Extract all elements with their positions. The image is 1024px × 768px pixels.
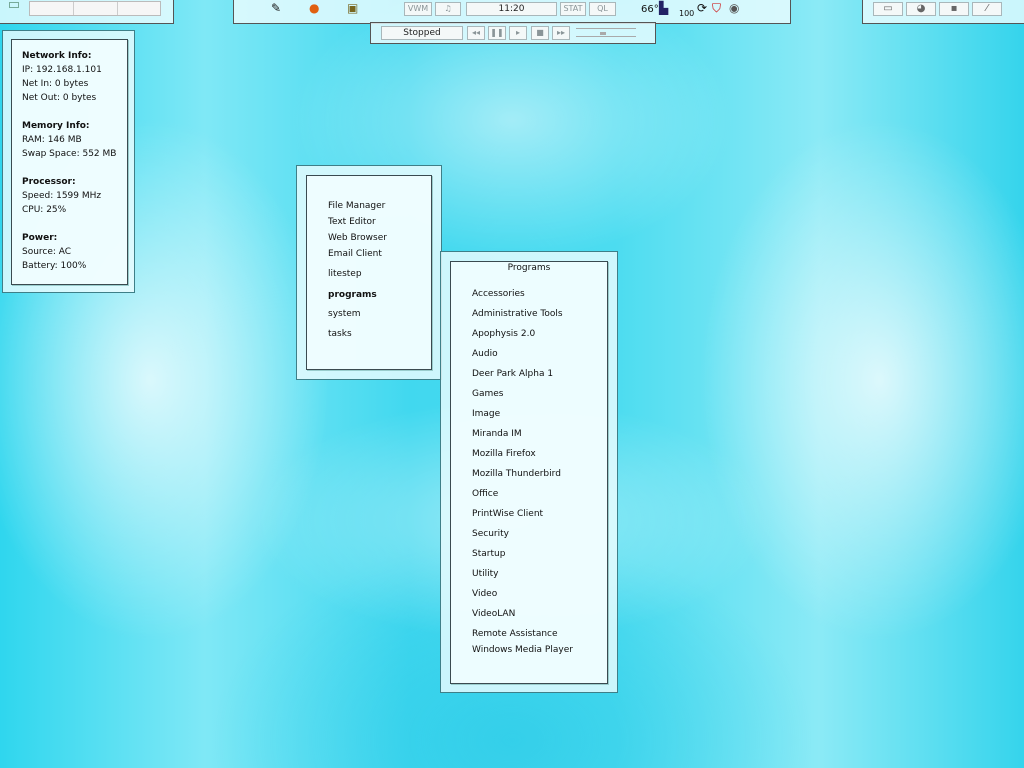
antivirus-shield-icon[interactable]: ⛉ (712, 0, 721, 16)
prev-button[interactable]: ◂◂ (467, 26, 485, 40)
speaker-icon[interactable]: ◉ (729, 0, 739, 16)
battery: Battery: 100% (22, 261, 87, 271)
main-menu-item[interactable]: system (328, 309, 361, 319)
main-menu-item[interactable]: Web Browser (328, 233, 387, 243)
programs-menu-item[interactable]: Startup (472, 549, 505, 559)
processor-title: Processor: (22, 177, 76, 187)
programs-menu-item[interactable]: Accessories (472, 289, 525, 299)
archive-icon[interactable]: ▣ (347, 0, 358, 16)
memory-title: Memory Info: (22, 121, 90, 131)
programs-menu-item[interactable]: PrintWise Client (472, 509, 543, 519)
pen-button[interactable]: ⁄ (972, 2, 1002, 16)
network-icon[interactable]: ▙ (659, 0, 668, 16)
main-menu-item[interactable]: litestep (328, 269, 362, 279)
programs-menu-item[interactable]: VideoLAN (472, 609, 515, 619)
main-menu-item[interactable]: tasks (328, 329, 352, 339)
net-out: Net Out: 0 bytes (22, 93, 97, 103)
cpu: CPU: 25% (22, 205, 67, 215)
ip: IP: 192.168.1.101 (22, 65, 102, 75)
programs-menu-item[interactable]: Windows Media Player (472, 645, 573, 655)
taskbar: ✎ ● ▣ VWM ♫ 11:20 STAT QL 66° ▙ 100 ⟳ ⛉ … (233, 0, 791, 24)
programs-menu-item[interactable]: Utility (472, 569, 498, 579)
programs-menu-item[interactable]: Administrative Tools (472, 309, 563, 319)
programs-menu-item[interactable]: Remote Assistance (472, 629, 558, 639)
top-left-panel (0, 0, 174, 24)
tasks-area[interactable] (29, 1, 161, 16)
ram: RAM: 146 MB (22, 135, 82, 145)
programs-menu-item[interactable]: Mozilla Firefox (472, 449, 536, 459)
main-menu-item[interactable]: Email Client (328, 249, 382, 259)
desktop-button[interactable]: ▭ (873, 2, 903, 16)
net-in: Net In: 0 bytes (22, 79, 89, 89)
next-button[interactable]: ▸▸ (552, 26, 570, 40)
programs-menu-item[interactable]: Apophysis 2.0 (472, 329, 535, 339)
network-title: Network Info: (22, 51, 92, 61)
globe-button[interactable]: ◕ (906, 2, 936, 16)
programs-menu-item[interactable]: Image (472, 409, 500, 419)
programs-menu-item[interactable]: Miranda IM (472, 429, 522, 439)
volume-knob[interactable] (600, 32, 607, 35)
volume-slider[interactable] (576, 28, 636, 37)
power-title: Power: (22, 233, 58, 243)
swap: Swap Space: 552 MB (22, 149, 117, 159)
main-menu (296, 165, 442, 380)
programs-menu-item[interactable]: Games (472, 389, 503, 399)
stat-button[interactable]: STAT (560, 2, 586, 16)
top-right-panel: ▭ ◕ ▪ ⁄ (862, 0, 1024, 24)
music-button[interactable]: ♫ (435, 2, 461, 16)
clock: 11:20 (466, 2, 557, 16)
source: Source: AC (22, 247, 72, 257)
desk-switch-button[interactable] (9, 2, 19, 8)
programs-menu-item[interactable]: Office (472, 489, 498, 499)
programs-menu-item[interactable]: Audio (472, 349, 498, 359)
temperature: 66° (641, 4, 659, 15)
programs-title: Programs (507, 263, 551, 273)
speed: Speed: 1599 MHz (22, 191, 102, 201)
programs-menu-item[interactable]: Mozilla Thunderbird (472, 469, 561, 479)
pause-button[interactable]: ❚❚ (488, 26, 506, 40)
player-status: Stopped (381, 26, 463, 40)
sync-icon[interactable]: ⟳ (697, 0, 707, 16)
programs-menu-item[interactable]: Deer Park Alpha 1 (472, 369, 553, 379)
battery-level: 100 (679, 9, 695, 18)
main-menu-item[interactable]: Text Editor (328, 217, 376, 227)
text-editor-icon[interactable]: ✎ (271, 0, 281, 16)
firefox-icon[interactable]: ● (309, 0, 319, 16)
vwm-button[interactable]: VWM (404, 2, 432, 16)
ql-button[interactable]: QL (589, 2, 616, 16)
main-menu-item[interactable]: programs (328, 290, 377, 300)
main-menu-item[interactable]: File Manager (328, 201, 385, 211)
user-button[interactable]: ▪ (939, 2, 969, 16)
play-button[interactable]: ▸ (509, 26, 527, 40)
stop-button[interactable]: ■ (531, 26, 549, 40)
programs-menu-item[interactable]: Video (472, 589, 497, 599)
media-player: Stopped ◂◂ ❚❚ ▸ ■ ▸▸ (370, 22, 656, 44)
programs-menu-item[interactable]: Security (472, 529, 509, 539)
